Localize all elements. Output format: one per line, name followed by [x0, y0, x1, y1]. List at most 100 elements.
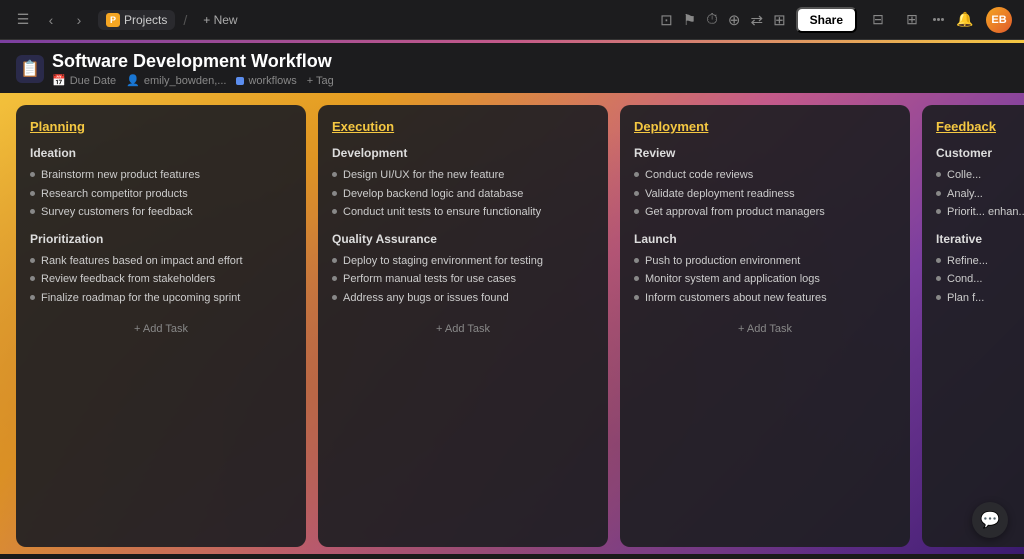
notification-icon[interactable]: ⚑ [683, 11, 696, 29]
forward-button[interactable]: › [68, 9, 90, 31]
section-ideation-title: Ideation [30, 146, 292, 160]
list-item: Inform customers about new features [634, 289, 896, 308]
projects-icon: P [106, 13, 120, 27]
inbox-icon[interactable]: ⊡ [660, 11, 673, 29]
bullet-icon [634, 276, 639, 281]
bullet-icon [30, 258, 35, 263]
projects-label: Projects [124, 13, 167, 27]
kanban-board: Planning Ideation Brainstorm new product… [0, 93, 1024, 559]
column-planning-header[interactable]: Planning [30, 119, 292, 134]
bullet-icon [30, 276, 35, 281]
view-toggle-icon[interactable]: ⊟ [865, 7, 891, 33]
list-item: Push to production environment [634, 252, 896, 271]
bullet-icon [634, 191, 639, 196]
list-item: Survey customers for feedback [30, 203, 292, 222]
list-item: Address any bugs or issues found [332, 289, 594, 308]
bullet-icon [332, 172, 337, 177]
list-item: Research competitor products [30, 185, 292, 204]
add-task-button-deployment[interactable]: + Add Task [634, 317, 896, 341]
bullet-icon [936, 191, 941, 196]
task-label: Validate deployment readiness [645, 186, 795, 203]
avatar[interactable]: EB [986, 7, 1012, 33]
timer-icon[interactable]: ⏱ [706, 11, 718, 28]
more-options-button[interactable] [933, 18, 944, 21]
list-item: Review feedback from stakeholders [30, 270, 292, 289]
list-item: Rank features based on impact and effort [30, 252, 292, 271]
bullet-icon [30, 209, 35, 214]
bullet-icon [936, 258, 941, 263]
add-task-button-planning[interactable]: + Add Task [30, 317, 292, 341]
task-label: Monitor system and application logs [645, 271, 820, 288]
add-tag-button[interactable]: + Tag [307, 75, 334, 87]
task-label: Survey customers for feedback [41, 204, 193, 221]
task-label: Address any bugs or issues found [343, 290, 509, 307]
list-item: Priorit... enhan... [936, 203, 1024, 222]
bullet-icon [634, 258, 639, 263]
bullet-icon [634, 295, 639, 300]
page-title: Software Development Workflow [52, 51, 334, 72]
list-item: Perform manual tests for use cases [332, 270, 594, 289]
task-label: Conduct code reviews [645, 167, 753, 184]
bullet-icon [332, 295, 337, 300]
share-button[interactable]: Share [796, 7, 857, 33]
workflows-tag[interactable]: workflows [236, 75, 296, 87]
back-button[interactable]: ‹ [40, 9, 62, 31]
add-task-button-execution[interactable]: + Add Task [332, 317, 594, 341]
list-item: Finalize roadmap for the upcoming sprint [30, 289, 292, 308]
calendar-icon: 📅 [52, 74, 66, 87]
bullet-icon [30, 295, 35, 300]
list-item: Analy... [936, 185, 1024, 204]
task-label: Perform manual tests for use cases [343, 271, 516, 288]
list-item: Brainstorm new product features [30, 166, 292, 185]
task-label: Analy... [947, 186, 983, 203]
ideation-task-list: Brainstorm new product features Research… [30, 166, 292, 222]
title-meta: 📅 Due Date 👤 emily_bowden,... workflows … [52, 74, 334, 87]
task-label: Cond... [947, 271, 982, 288]
grid-icon[interactable]: ⊞ [773, 11, 786, 29]
review-task-list: Conduct code reviews Validate deployment… [634, 166, 896, 222]
layout-icon[interactable]: ⊞ [899, 7, 925, 33]
list-item: Develop backend logic and database [332, 185, 594, 204]
nav-buttons: ☰ ‹ › [12, 9, 90, 31]
projects-button[interactable]: P Projects [98, 10, 175, 30]
topbar: ☰ ‹ › P Projects / + New ⊡ ⚑ ⏱ ⊕ ⇄ ⊞ Sha… [0, 0, 1024, 40]
new-label: + New [203, 13, 237, 27]
task-label: Design UI/UX for the new feature [343, 167, 504, 184]
task-label: Develop backend logic and database [343, 186, 523, 203]
column-feedback-header[interactable]: Feedback [936, 119, 1024, 134]
bullet-icon [936, 295, 941, 300]
bell-icon[interactable]: 🔔 [952, 7, 978, 33]
bullet-icon [30, 172, 35, 177]
qa-task-list: Deploy to staging environment for testin… [332, 252, 594, 308]
user-tag[interactable]: 👤 emily_bowden,... [126, 74, 226, 87]
breadcrumb-separator: / [183, 12, 187, 28]
column-deployment-header[interactable]: Deployment [634, 119, 896, 134]
due-date-tag[interactable]: 📅 Due Date [52, 74, 116, 87]
workflows-label: workflows [248, 75, 296, 87]
new-button[interactable]: + New [195, 10, 245, 30]
tag-dot [236, 77, 244, 85]
share-network-icon[interactable]: ⇄ [750, 11, 763, 29]
column-feedback: Feedback Customer Colle... Analy... Prio… [922, 105, 1024, 547]
column-planning: Planning Ideation Brainstorm new product… [16, 105, 306, 547]
section-prioritization-title: Prioritization [30, 232, 292, 246]
column-deployment: Deployment Review Conduct code reviews V… [620, 105, 910, 547]
task-label: Research competitor products [41, 186, 188, 203]
section-customer-title: Customer [936, 146, 1024, 160]
list-item: Conduct code reviews [634, 166, 896, 185]
toolbar-tools: ⊡ ⚑ ⏱ ⊕ ⇄ ⊞ Share ⊟ ⊞ 🔔 EB [660, 7, 1012, 33]
task-label: Refine... [947, 253, 988, 270]
titlebar: 📋 Software Development Workflow 📅 Due Da… [0, 43, 1024, 93]
title-icon: 📋 [16, 55, 44, 83]
list-item: Conduct unit tests to ensure functionali… [332, 203, 594, 222]
chat-bubble-button[interactable]: 💬 [972, 502, 1008, 538]
prioritization-task-list: Rank features based on impact and effort… [30, 252, 292, 308]
iterative-task-list: Refine... Cond... Plan f... [936, 252, 1024, 308]
bullet-icon [936, 276, 941, 281]
column-execution-header[interactable]: Execution [332, 119, 594, 134]
task-label: Priorit... enhan... [947, 204, 1024, 221]
sidebar-toggle-button[interactable]: ☰ [12, 9, 34, 31]
task-label: Brainstorm new product features [41, 167, 200, 184]
bullet-icon [332, 258, 337, 263]
search-icon[interactable]: ⊕ [728, 11, 741, 29]
